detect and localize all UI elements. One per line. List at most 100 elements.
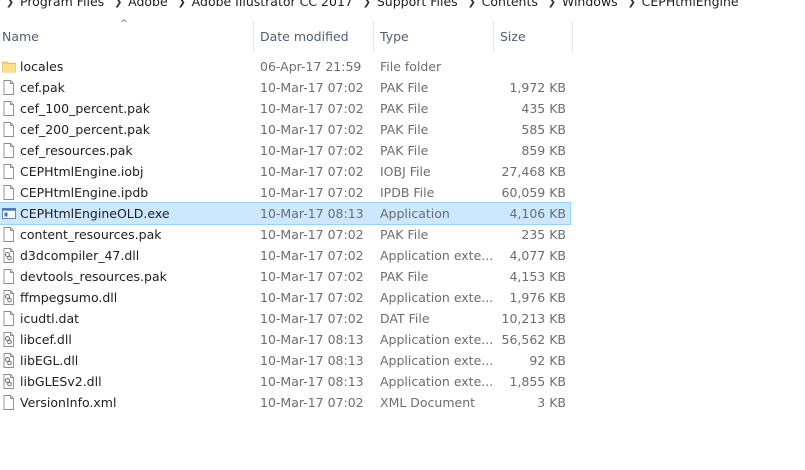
file-date-modified: 06-Apr-17 21:59 <box>260 59 362 74</box>
file-type: PAK File <box>380 122 429 137</box>
file-size: 1,976 KB <box>509 290 566 305</box>
chevron-right-icon: ❯ <box>113 0 123 8</box>
dll-icon <box>2 374 16 389</box>
column-divider[interactable] <box>493 22 494 52</box>
file-type: PAK File <box>380 80 429 95</box>
file-name: ffmpegsumo.dll <box>20 290 118 305</box>
file-row[interactable]: CEPHtmlEngine.ipdb 10-Mar-17 07:02 IPDB Fi… <box>0 182 570 203</box>
breadcrumb: ❯ Program Files ❯ Adobe ❯ Adobe Illustrator… <box>0 0 805 12</box>
file-type: Application exte... <box>380 290 494 305</box>
file-type: Application exte... <box>380 248 494 263</box>
file-icon <box>2 185 16 200</box>
breadcrumb-item[interactable]: CEPHtmlEngine <box>642 0 739 9</box>
breadcrumb-item[interactable]: Support Files <box>377 0 458 9</box>
file-name: libEGL.dll <box>20 353 79 368</box>
file-date-modified: 10-Mar-17 07:02 <box>260 269 364 284</box>
file-size: 235 KB <box>521 227 566 242</box>
file-name: CEPHtmlEngine.iobj <box>20 164 144 179</box>
file-row[interactable]: icudtl.dat 10-Mar-17 07:02 DAT File 10,213 … <box>0 308 570 329</box>
breadcrumb-item[interactable]: Windows <box>562 0 618 9</box>
file-type: PAK File <box>380 101 429 116</box>
file-name: cef_resources.pak <box>20 143 133 158</box>
chevron-right-icon: ❯ <box>467 0 476 8</box>
file-date-modified: 10-Mar-17 07:02 <box>260 227 364 242</box>
file-size: 4,106 KB <box>509 206 566 221</box>
dll-icon <box>2 353 16 368</box>
file-row[interactable]: libEGL.dll 10-Mar-17 08:13 Application ext… <box>0 350 570 371</box>
file-name: icudtl.dat <box>20 311 80 326</box>
column-header-size[interactable]: Size <box>500 22 526 52</box>
chevron-right-icon: ❯ <box>5 0 15 8</box>
file-row[interactable]: devtools_resources.pak 10-Mar-17 07:02 PAK… <box>0 266 570 287</box>
column-header-name[interactable]: Name <box>2 22 39 52</box>
column-divider[interactable] <box>572 22 573 52</box>
file-type: PAK File <box>380 269 429 284</box>
file-row[interactable]: cef_100_percent.pak 10-Mar-17 07:02 PAK Fi… <box>0 98 570 119</box>
file-row[interactable]: cef_200_percent.pak 10-Mar-17 07:02 PAK Fi… <box>0 119 570 140</box>
breadcrumb-item[interactable]: Program Files <box>20 0 104 9</box>
file-row[interactable]: CEPHtmlEngineOLD.exe 10-Mar-17 08:13 Appli… <box>0 202 571 225</box>
exe-icon <box>2 206 16 221</box>
file-type: File folder <box>380 59 442 74</box>
file-name: cef.pak <box>20 80 65 95</box>
file-row[interactable]: d3dcompiler_47.dll 10-Mar-17 07:02 Applica… <box>0 245 570 266</box>
file-size: 1,855 KB <box>509 374 566 389</box>
file-row[interactable]: content_resources.pak 10-Mar-17 07:02 PAK … <box>0 224 570 245</box>
column-header-bar: ^ Name Date modified Type Size <box>0 19 573 52</box>
file-name: content_resources.pak <box>20 227 162 242</box>
file-date-modified: 10-Mar-17 07:02 <box>260 311 364 326</box>
dll-icon <box>2 248 16 263</box>
breadcrumb-item[interactable]: Adobe Illustrator CC 2017 <box>192 0 353 9</box>
file-date-modified: 10-Mar-17 07:02 <box>260 248 364 263</box>
file-name: cef_100_percent.pak <box>20 101 151 116</box>
file-icon <box>2 164 16 179</box>
column-header-date[interactable]: Date modified <box>260 22 349 52</box>
file-row[interactable]: ffmpegsumo.dll 10-Mar-17 07:02 Application… <box>0 287 570 308</box>
file-icon <box>2 311 16 326</box>
file-date-modified: 10-Mar-17 07:02 <box>260 80 364 95</box>
file-size: 859 KB <box>521 143 566 158</box>
column-divider[interactable] <box>373 22 374 52</box>
file-type: IOBJ File <box>380 164 431 179</box>
sort-ascending-icon: ^ <box>120 19 128 29</box>
file-type: XML Document <box>380 395 476 410</box>
file-size: 60,059 KB <box>501 185 566 200</box>
file-type: Application <box>380 206 450 221</box>
breadcrumb-item[interactable]: Contents <box>482 0 538 9</box>
chevron-right-icon: ❯ <box>362 0 372 8</box>
file-date-modified: 10-Mar-17 07:02 <box>260 122 364 137</box>
file-row[interactable]: VersionInfo.xml 10-Mar-17 07:02 XML Docume… <box>0 392 570 413</box>
dll-icon <box>2 290 16 305</box>
file-name: VersionInfo.xml <box>20 395 117 410</box>
chevron-right-icon: ❯ <box>177 0 186 8</box>
chevron-right-icon: ❯ <box>547 0 557 8</box>
file-row[interactable]: locales 06-Apr-17 21:59 File folder <box>0 56 570 77</box>
file-icon <box>2 395 16 410</box>
file-date-modified: 10-Mar-17 07:02 <box>260 164 364 179</box>
breadcrumb-item[interactable]: Adobe <box>128 0 168 9</box>
chevron-right-icon: ❯ <box>627 0 636 8</box>
file-type: Application exte... <box>380 374 494 389</box>
file-date-modified: 10-Mar-17 07:02 <box>260 290 364 305</box>
file-row[interactable]: cef_resources.pak 10-Mar-17 07:02 PAK File… <box>0 140 570 161</box>
file-icon <box>2 122 16 137</box>
file-name: d3dcompiler_47.dll <box>20 248 140 263</box>
file-name: devtools_resources.pak <box>20 269 167 284</box>
file-type: IPDB File <box>380 185 435 200</box>
file-icon <box>2 80 16 95</box>
file-size: 4,077 KB <box>509 248 566 263</box>
folder-icon <box>2 59 16 74</box>
column-divider[interactable] <box>253 22 254 52</box>
file-size: 56,562 KB <box>501 332 566 347</box>
column-header-type[interactable]: Type <box>380 22 409 52</box>
file-date-modified: 10-Mar-17 08:13 <box>260 332 364 347</box>
file-row[interactable]: libGLESv2.dll 10-Mar-17 08:13 Application … <box>0 371 570 392</box>
file-name: CEPHtmlEngine.ipdb <box>20 185 149 200</box>
file-row[interactable]: CEPHtmlEngine.iobj 10-Mar-17 07:02 IOBJ Fi… <box>0 161 570 182</box>
file-type: Application exte... <box>380 332 494 347</box>
file-size: 4,153 KB <box>509 269 566 284</box>
file-date-modified: 10-Mar-17 08:13 <box>260 353 364 368</box>
file-name: CEPHtmlEngineOLD.exe <box>20 206 170 221</box>
file-row[interactable]: libcef.dll 10-Mar-17 08:13 Application ext… <box>0 329 570 350</box>
file-row[interactable]: cef.pak 10-Mar-17 07:02 PAK File 1,972 KB <box>0 77 570 98</box>
